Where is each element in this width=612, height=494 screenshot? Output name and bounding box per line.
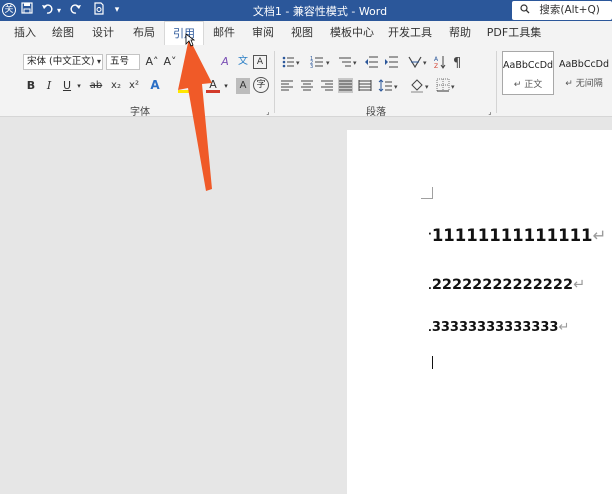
style-sample: AaBbCcDd <box>558 59 610 70</box>
chevron-down-icon[interactable]: ▾ <box>95 54 103 70</box>
style-normal[interactable]: AaBbCcDd ↵ 正文 <box>502 51 554 95</box>
paragraph-line-1[interactable]: ·11111111111111↵ <box>428 226 606 245</box>
customize-toolbar-icon[interactable]: ▾ <box>112 2 122 19</box>
style-name: 无间隔 <box>575 79 603 89</box>
font-name-select[interactable]: 宋体 (中文正文) <box>23 54 103 70</box>
svg-text:▾: ▾ <box>326 59 330 67</box>
svg-text:▾: ▾ <box>296 59 300 67</box>
char-shading-button[interactable]: A <box>236 78 250 94</box>
paragraph-mark-icon: ↵ <box>592 226 607 245</box>
svg-text:A: A <box>434 56 439 63</box>
paragraph-mark-icon: ↵ <box>573 277 586 293</box>
tab-insert[interactable]: 插入 <box>8 21 42 45</box>
paragraph-line-3[interactable]: .33333333333333↵ <box>428 320 569 335</box>
window-title: 文档1 - 兼容性模式 - Word <box>252 5 388 18</box>
divider <box>274 51 275 113</box>
increase-indent-icon <box>385 56 398 68</box>
divider <box>496 51 497 113</box>
text-cursor <box>432 356 433 369</box>
paragraph-line-2[interactable]: .22222222222222↵ <box>428 277 585 293</box>
borders-icon <box>436 78 450 92</box>
font-size-value: 五号 <box>110 56 130 67</box>
svg-text:▾: ▾ <box>423 59 427 67</box>
svg-text:▾: ▾ <box>394 83 398 91</box>
paragraph-row-1: ▾ 123 ▾ ▾ ▾ AZ ¶ <box>280 54 466 71</box>
paragraph-mark-icon: ↵ <box>558 320 570 335</box>
sort-icon: AZ <box>434 56 446 70</box>
svg-text:▾: ▾ <box>353 59 357 67</box>
search-icon <box>520 4 533 16</box>
svg-text:¶: ¶ <box>453 56 461 70</box>
document-page[interactable] <box>347 130 612 494</box>
tab-view[interactable]: 视图 <box>284 21 320 45</box>
return-icon: ↵ <box>565 79 573 89</box>
paragraph-group-label: 段落 <box>366 107 386 118</box>
svg-text:▾: ▾ <box>425 83 429 91</box>
bold-button[interactable]: B <box>24 78 38 94</box>
redo-icon[interactable] <box>68 2 82 19</box>
underline-dropdown-icon[interactable]: ▾ <box>76 78 82 94</box>
superscript-button[interactable]: x² <box>126 78 142 94</box>
distributed-icon <box>358 80 372 91</box>
mouse-pointer-icon <box>185 33 195 47</box>
phonetic-guide-button[interactable]: 文 <box>236 54 250 70</box>
search-label: 搜索(Alt+Q) <box>539 4 600 16</box>
annotation-arrow-icon <box>178 38 212 191</box>
style-sample: AaBbCcDd <box>503 60 554 71</box>
empty-paragraph-mark-icon[interactable] <box>432 356 433 370</box>
line-text: 33333333333333 <box>431 320 559 335</box>
svg-text:▾: ▾ <box>451 83 455 91</box>
shading-icon <box>411 79 423 93</box>
subscript-button[interactable]: x₂ <box>108 78 124 94</box>
chinese-layout-icon <box>408 56 422 69</box>
align-center-icon <box>301 80 313 91</box>
line-text: 11111111111111 <box>431 226 593 245</box>
return-icon: ↵ <box>513 80 522 90</box>
font-color-dropdown-icon[interactable]: ▾ <box>223 78 229 94</box>
autosave-toggle[interactable]: 关 <box>2 3 16 17</box>
tab-layout[interactable]: 布局 <box>126 21 162 45</box>
line-text: 22222222222222 <box>431 277 574 293</box>
tab-review[interactable]: 审阅 <box>245 21 281 45</box>
grow-font-button[interactable]: A˄ <box>144 54 160 70</box>
text-effects-button[interactable]: A <box>148 77 162 93</box>
margin-corner-mark <box>421 187 433 199</box>
ribbon-tabs: 插入 绘图 设计 布局 引用 邮件 审阅 视图 模板中心 开发工具 帮助 PDF… <box>0 21 612 45</box>
paragraph-row-2: ▾ ▾ ▾ <box>280 78 466 94</box>
tab-draw[interactable]: 绘图 <box>46 21 80 45</box>
bullets-icon <box>282 56 294 68</box>
justify-icon <box>338 78 353 93</box>
decrease-indent-icon <box>365 56 378 68</box>
search-input[interactable]: 搜索(Alt+Q) <box>512 1 612 20</box>
font-size-select[interactable]: 五号 <box>106 54 140 70</box>
numbering-icon: 123 <box>310 56 323 70</box>
save-icon[interactable] <box>20 2 34 19</box>
line-spacing-icon <box>378 79 392 92</box>
font-name-value: 宋体 (中文正文) <box>27 56 95 67</box>
print-preview-icon[interactable] <box>92 2 106 19</box>
show-formatting-icon: ¶ <box>453 56 461 71</box>
strikethrough-button[interactable]: ab <box>88 78 104 94</box>
undo-dropdown[interactable]: ▾ <box>55 2 63 19</box>
tab-developer[interactable]: 开发工具 <box>384 21 436 45</box>
align-left-icon <box>281 80 293 91</box>
font-group-label: 字体 <box>130 107 150 118</box>
svg-text:Z: Z <box>434 63 438 70</box>
svg-text:3: 3 <box>310 64 313 70</box>
style-name: 正文 <box>524 80 543 90</box>
tab-template-center[interactable]: 模板中心 <box>326 21 378 45</box>
italic-button[interactable]: I <box>42 78 56 94</box>
char-border-button[interactable]: A <box>253 55 267 69</box>
align-right-icon <box>321 80 333 91</box>
multilevel-list-icon <box>339 57 351 67</box>
tab-help[interactable]: 帮助 <box>444 21 476 45</box>
tab-design[interactable]: 设计 <box>86 21 120 45</box>
tab-pdf-tools[interactable]: PDF工具集 <box>484 21 544 45</box>
style-no-spacing[interactable]: AaBbCcDd ↵ 无间隔 <box>556 51 612 95</box>
undo-icon[interactable] <box>40 2 54 19</box>
underline-button[interactable]: U <box>60 78 74 94</box>
enclose-char-button[interactable]: 字 <box>253 77 269 93</box>
title-bar: 关 ▾ ▾ 文档1 - 兼容性模式 - Word 搜索(Alt+Q) <box>0 0 612 21</box>
ribbon: 宋体 (中文正文) ▾ 五号 A˄ A˅ A 文 A B I U ▾ ab x₂… <box>0 45 612 118</box>
